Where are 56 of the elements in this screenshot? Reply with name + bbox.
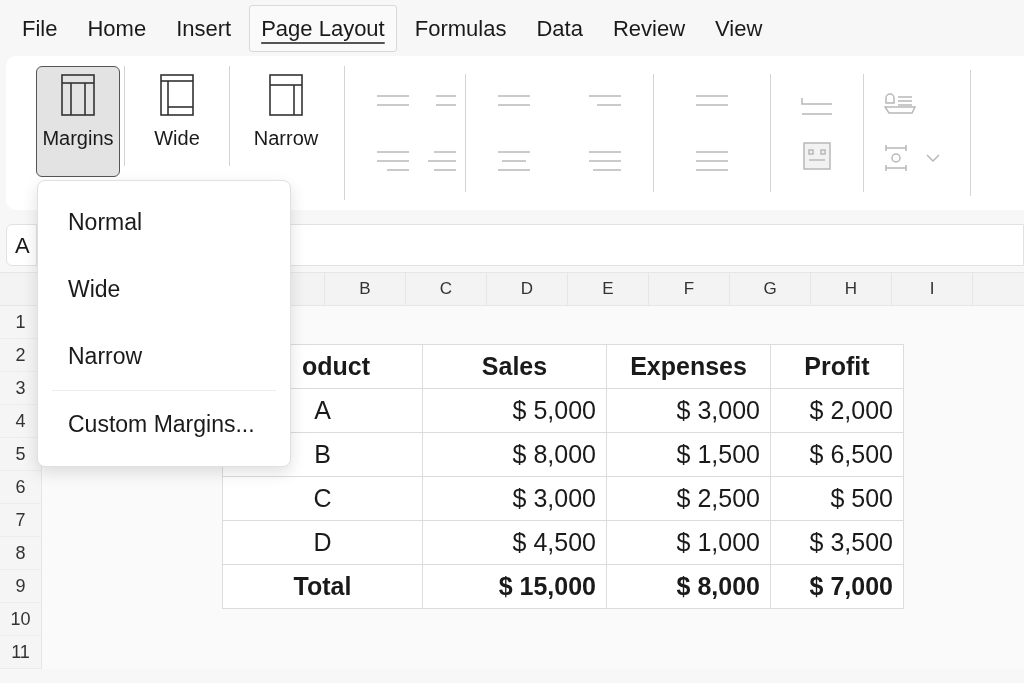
ribbon-tab[interactable]: Formulas xyxy=(402,4,519,52)
menu-item[interactable]: Wide xyxy=(38,256,290,323)
row-header[interactable]: 11 xyxy=(0,636,41,669)
ribbon-tab[interactable]: Page Layout xyxy=(249,4,397,52)
image-frame-icon[interactable] xyxy=(803,142,831,170)
table-cell: $ 6,500 xyxy=(770,432,904,477)
total-cell: $ 8,000 xyxy=(606,564,771,609)
column-heading: Sales xyxy=(422,344,607,389)
table-cell: $ 500 xyxy=(770,476,904,521)
table-cell: $ 3,000 xyxy=(422,476,607,521)
table-cell: $ 5,000 xyxy=(422,388,607,433)
column-heading: Profit xyxy=(770,344,904,389)
table-cell: C xyxy=(222,476,423,521)
narrow-margins-icon xyxy=(268,73,304,117)
column-header[interactable]: D xyxy=(487,273,568,305)
row-header[interactable]: 9 xyxy=(0,570,41,603)
row-header[interactable]: 6 xyxy=(0,471,41,504)
column-header[interactable]: H xyxy=(811,273,892,305)
table-cell: $ 4,500 xyxy=(422,520,607,565)
margins-option-button[interactable]: Wide xyxy=(129,66,225,177)
header-line-icon[interactable] xyxy=(801,96,833,116)
table-cell: $ 1,000 xyxy=(606,520,771,565)
table-cell: $ 2,000 xyxy=(770,388,904,433)
column-header[interactable]: B xyxy=(325,273,406,305)
table-cell: $ 1,500 xyxy=(606,432,771,477)
ribbon-tab[interactable]: Insert xyxy=(164,4,244,52)
row-header[interactable]: 7 xyxy=(0,504,41,537)
table-cell: $ 8,000 xyxy=(422,432,607,477)
ribbon-tab[interactable]: Review xyxy=(600,4,698,52)
total-cell: $ 15,000 xyxy=(422,564,607,609)
margins-icon xyxy=(60,73,96,117)
size-icon[interactable] xyxy=(884,143,910,173)
ribbon-tab[interactable]: File xyxy=(10,4,70,52)
total-cell: $ 7,000 xyxy=(770,564,904,609)
menu-item[interactable]: Normal xyxy=(38,189,290,256)
column-heading: Expenses xyxy=(606,344,771,389)
table-cell: D xyxy=(222,520,423,565)
ribbon-tab[interactable]: Data xyxy=(524,4,595,52)
column-header[interactable]: E xyxy=(568,273,649,305)
row-header[interactable]: 10 xyxy=(0,603,41,636)
table-cell: $ 2,500 xyxy=(606,476,771,521)
ribbon-tab[interactable]: Home xyxy=(75,4,159,52)
column-header[interactable]: I xyxy=(892,273,973,305)
chevron-down-icon[interactable] xyxy=(926,153,940,163)
table-cell: $ 3,000 xyxy=(606,388,771,433)
table-cell: $ 3,500 xyxy=(770,520,904,565)
margins-option-button[interactable]: Narrow xyxy=(234,66,338,177)
print-titles-icon[interactable] xyxy=(884,93,916,117)
column-header[interactable]: C xyxy=(406,273,487,305)
column-header[interactable]: G xyxy=(730,273,811,305)
column-header[interactable]: F xyxy=(649,273,730,305)
row-header[interactable]: 8 xyxy=(0,537,41,570)
wide-margins-icon xyxy=(159,73,195,117)
total-cell: Total xyxy=(222,564,423,609)
ribbon-tab[interactable]: View xyxy=(703,4,775,52)
margins-option-button[interactable]: Margins xyxy=(36,66,120,177)
